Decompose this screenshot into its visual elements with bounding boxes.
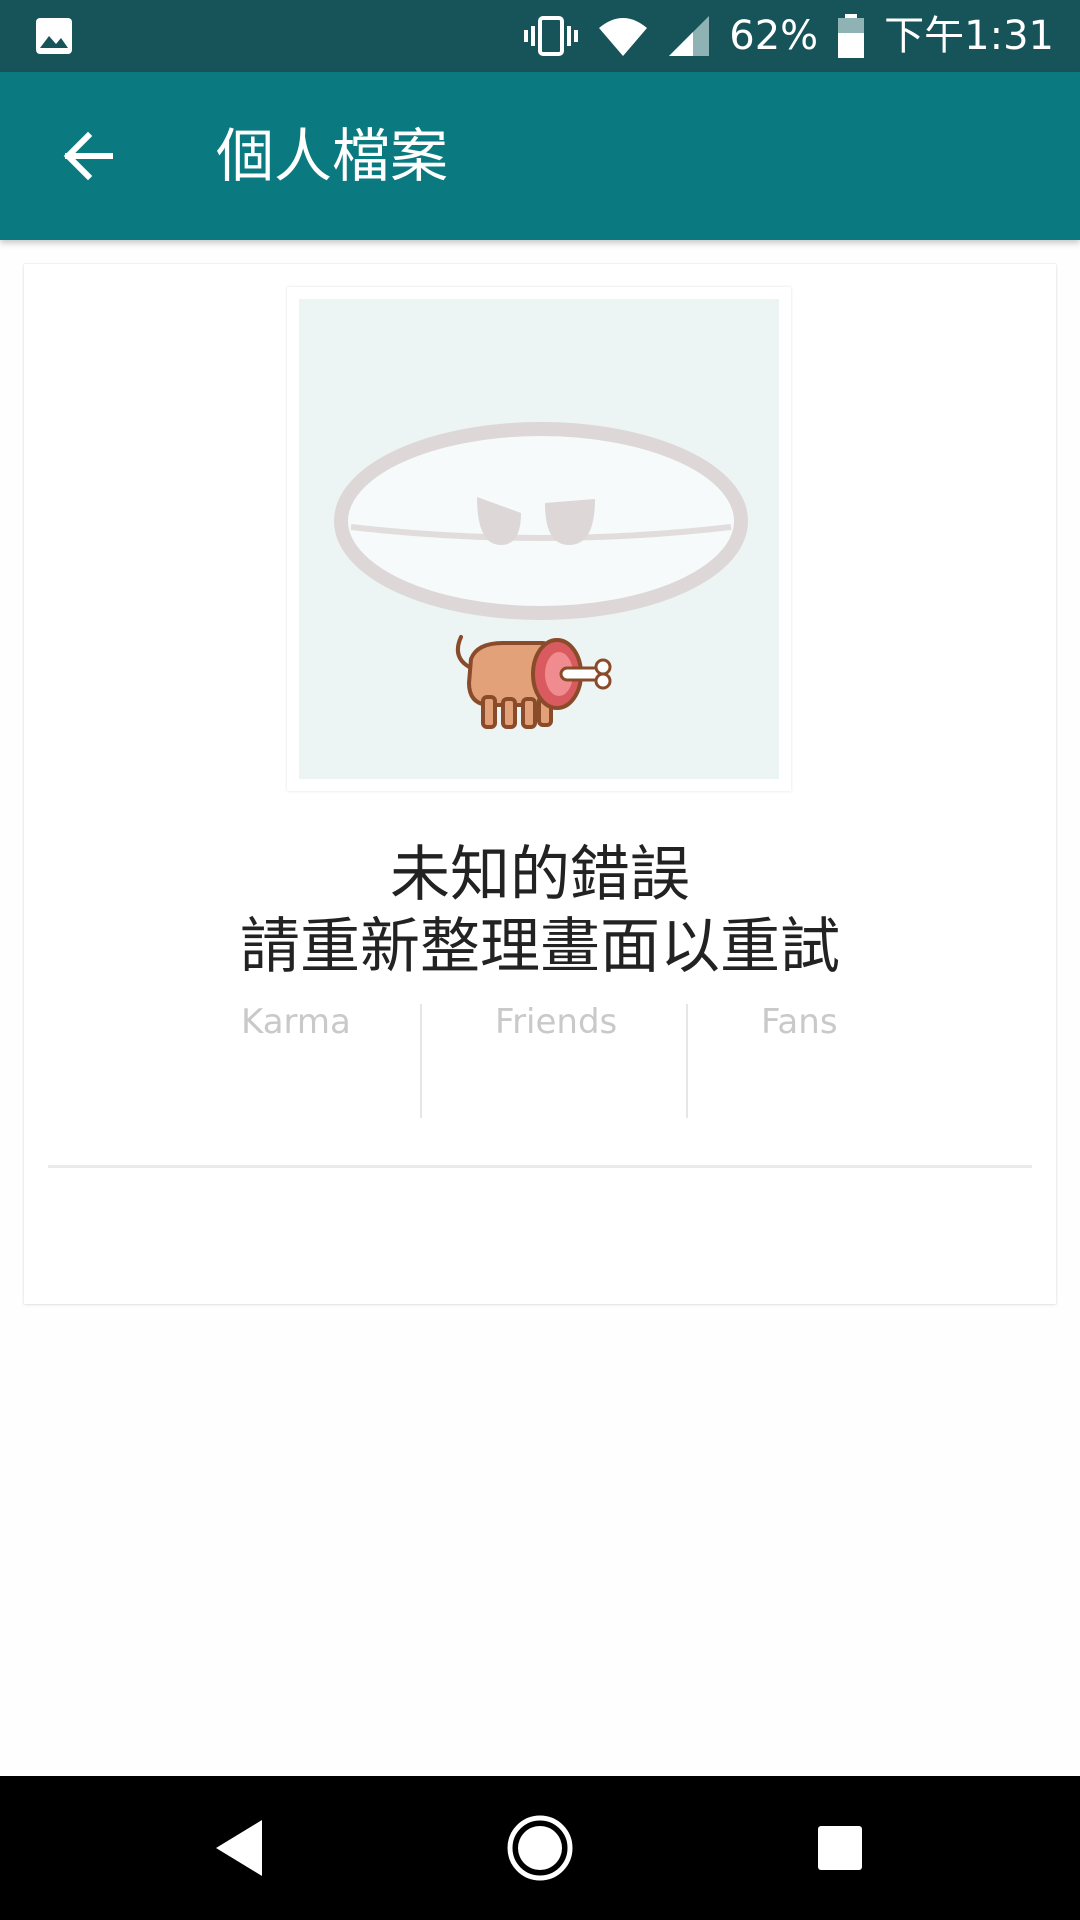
nav-home-button[interactable] [460, 1776, 620, 1920]
status-time: 下午1:31 [884, 13, 1054, 59]
nav-back-button[interactable] [160, 1776, 320, 1920]
avatar-image [299, 299, 779, 779]
cell-signal-icon [669, 16, 710, 56]
back-button[interactable] [44, 112, 132, 200]
stat-divider [686, 1004, 688, 1118]
profile-card: 未知的錯誤 請重新整理畫面以重試 Karma Friends Fans [24, 264, 1056, 1304]
system-nav-bar [0, 1776, 1080, 1920]
status-icons: 62% 下午1:31 [523, 0, 1054, 72]
stat-divider [420, 1004, 422, 1118]
nav-back-icon [216, 1820, 262, 1876]
status-bar: 62% 下午1:31 [0, 0, 1080, 72]
battery-percent: 62% [729, 13, 819, 59]
nav-recents-button[interactable] [760, 1776, 920, 1920]
stat-karma-label: Karma [241, 1002, 351, 1042]
stat-friends-label: Friends [495, 1002, 618, 1042]
avatar [287, 287, 791, 791]
error-illustration-icon [334, 422, 748, 729]
stat-fans-label: Fans [761, 1002, 838, 1042]
card-divider [48, 1165, 1032, 1168]
vibrate-icon [524, 16, 579, 56]
arrow-left-icon [63, 131, 113, 181]
battery-icon [838, 14, 865, 58]
nav-recents-icon [818, 1826, 862, 1870]
profile-stats: Karma Friends Fans [24, 1002, 1056, 1122]
error-retry-hint: 請重新整理畫面以重試 [240, 912, 840, 982]
wifi-icon [599, 18, 648, 56]
nav-home-icon [507, 1815, 573, 1881]
page-title: 個人檔案 [216, 122, 449, 190]
error-message: 未知的錯誤 請重新整理畫面以重試 [24, 839, 1056, 983]
app-toolbar: 個人檔案 [0, 72, 1080, 240]
gallery-icon [36, 18, 72, 54]
error-title: 未知的錯誤 [390, 840, 690, 910]
